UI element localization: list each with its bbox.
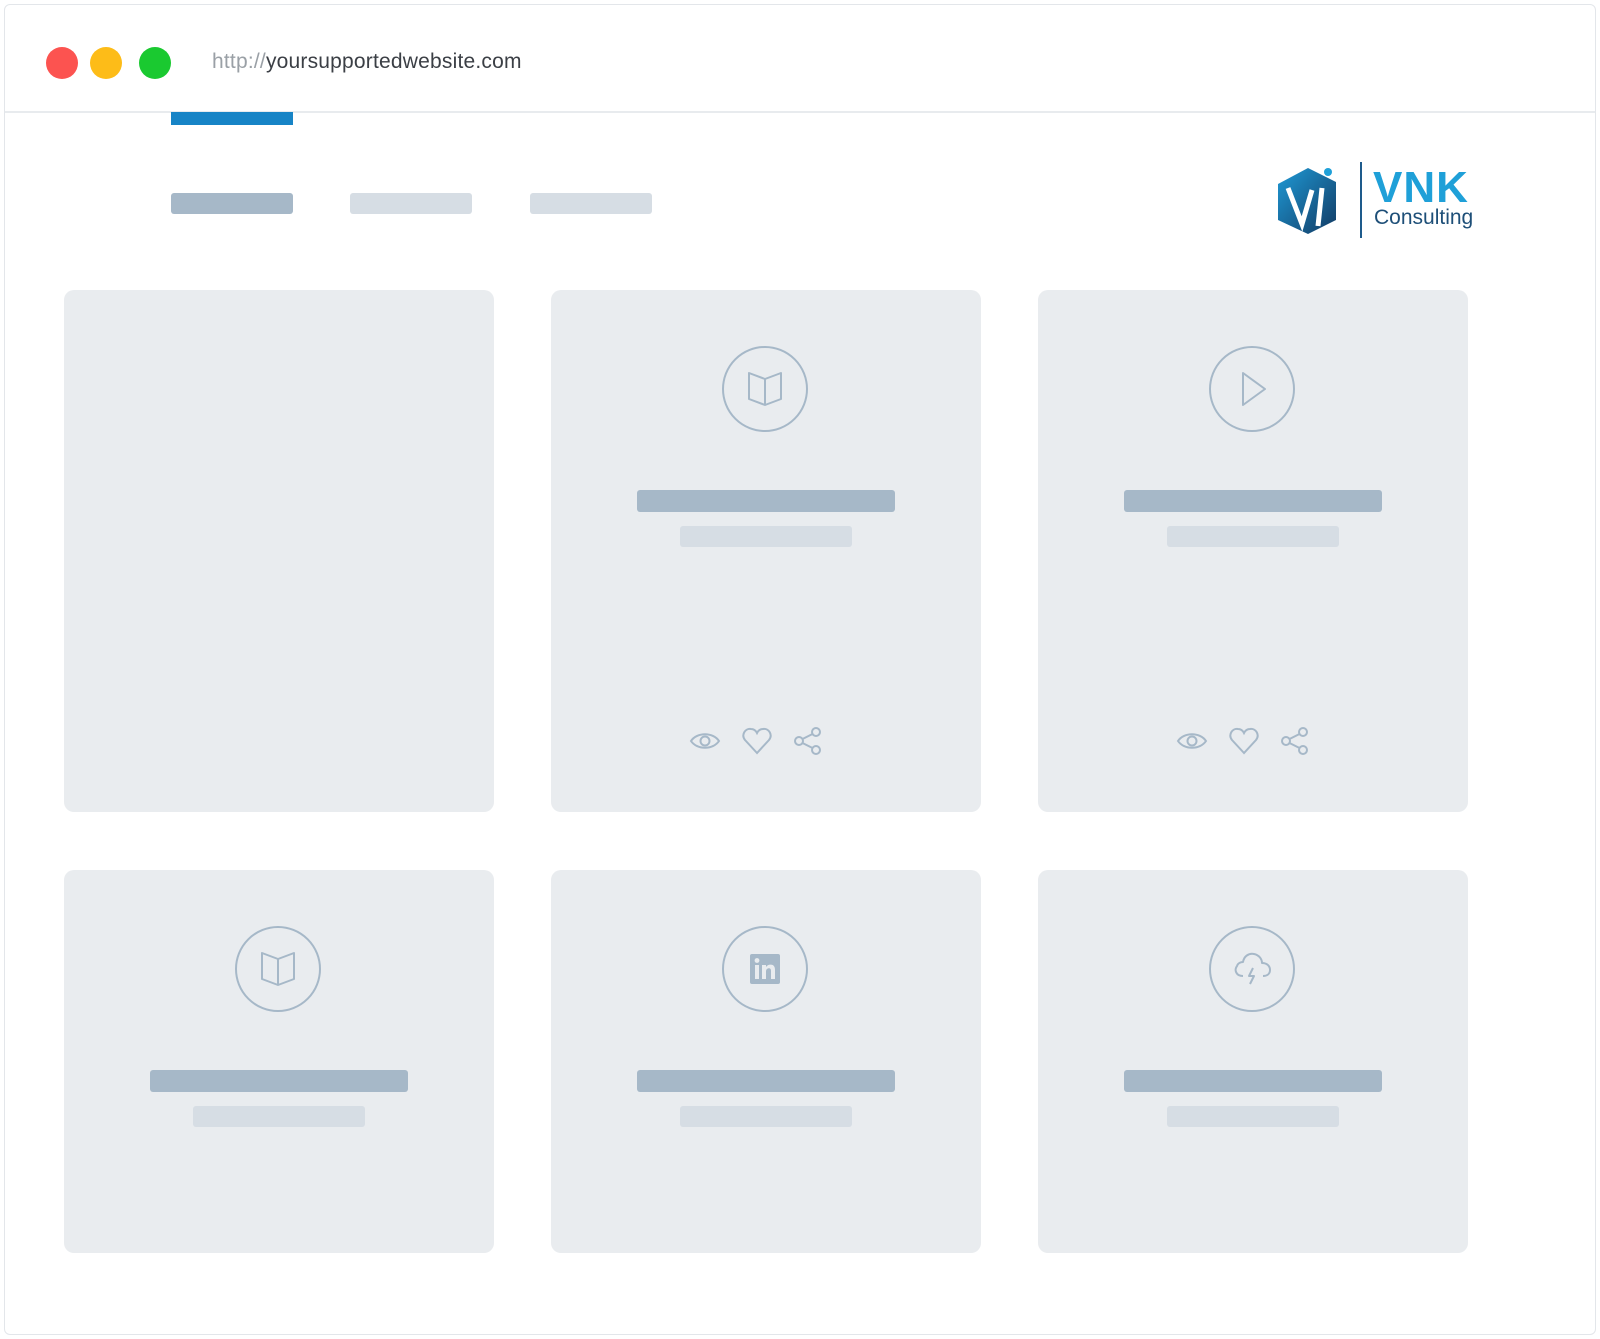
heart-icon[interactable] bbox=[740, 724, 774, 758]
eye-icon[interactable] bbox=[688, 724, 722, 758]
card-subtitle-placeholder bbox=[680, 526, 852, 547]
card-actions bbox=[551, 724, 981, 758]
nav-tab-3[interactable] bbox=[530, 193, 652, 214]
content-card-4[interactable] bbox=[64, 870, 494, 1253]
address-bar[interactable]: http://yoursupportedwebsite.com bbox=[212, 50, 522, 74]
eye-icon[interactable] bbox=[1175, 724, 1209, 758]
card-title-placeholder bbox=[637, 490, 895, 512]
minimize-window-button[interactable] bbox=[90, 47, 122, 79]
content-card-3[interactable] bbox=[1038, 290, 1468, 812]
nav-tab-1[interactable] bbox=[171, 193, 293, 214]
card-subtitle-placeholder bbox=[1167, 1106, 1339, 1127]
card-subtitle-placeholder bbox=[680, 1106, 852, 1127]
card-title-placeholder bbox=[1124, 490, 1382, 512]
linkedin-icon bbox=[722, 926, 808, 1012]
content-card-5[interactable] bbox=[551, 870, 981, 1253]
url-host: yoursupportedwebsite.com bbox=[265, 50, 522, 73]
vnk-logo-mark bbox=[1278, 168, 1336, 234]
content-card-6[interactable] bbox=[1038, 870, 1468, 1253]
card-subtitle-placeholder bbox=[1167, 526, 1339, 547]
active-tab-indicator bbox=[171, 112, 293, 125]
logo-divider bbox=[1360, 162, 1362, 238]
card-actions bbox=[1038, 724, 1468, 758]
share-icon[interactable] bbox=[791, 724, 825, 758]
card-subtitle-placeholder bbox=[193, 1106, 365, 1127]
card-title-placeholder bbox=[1124, 1070, 1382, 1092]
browser-titlebar: http://yoursupportedwebsite.com bbox=[5, 5, 1595, 113]
share-icon[interactable] bbox=[1278, 724, 1312, 758]
content-card-1[interactable] bbox=[64, 290, 494, 812]
brand-name: VNK bbox=[1373, 163, 1469, 212]
cloud-lightning-icon bbox=[1209, 926, 1295, 1012]
book-icon bbox=[235, 926, 321, 1012]
brand-tagline: Consulting bbox=[1374, 206, 1474, 229]
nav-tab-2[interactable] bbox=[350, 193, 472, 214]
play-icon bbox=[1209, 346, 1295, 432]
url-protocol: http:// bbox=[212, 50, 266, 73]
card-title-placeholder bbox=[637, 1070, 895, 1092]
book-icon bbox=[722, 346, 808, 432]
content-card-2[interactable] bbox=[551, 290, 981, 812]
close-window-button[interactable] bbox=[46, 47, 78, 79]
brand-logo[interactable]: VNK Consulting bbox=[1278, 162, 1500, 242]
maximize-window-button[interactable] bbox=[139, 47, 171, 79]
heart-icon[interactable] bbox=[1227, 724, 1261, 758]
card-title-placeholder bbox=[150, 1070, 408, 1092]
